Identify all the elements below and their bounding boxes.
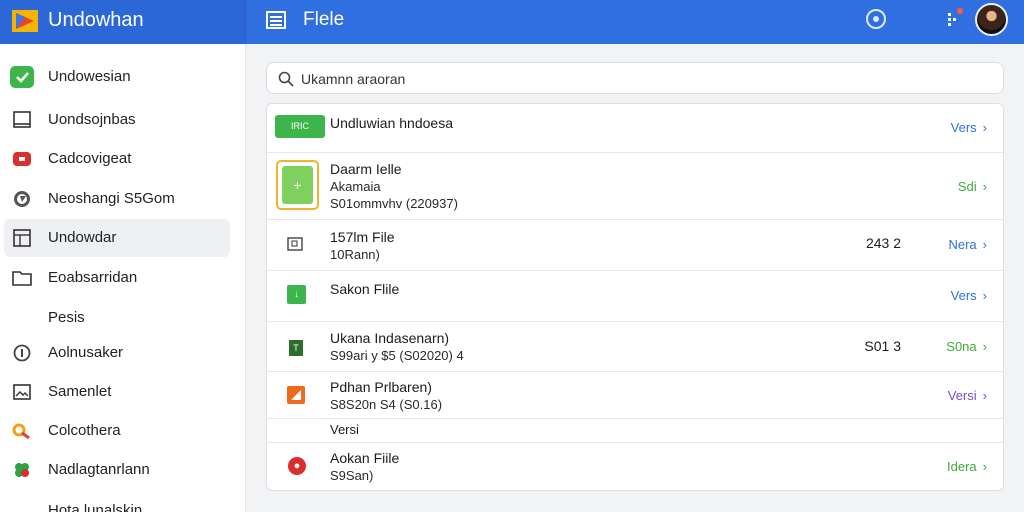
file-list: IRIC Undluwian hndoesa Vers › + Daarm Iel… bbox=[266, 103, 1004, 491]
settings-icon[interactable] bbox=[866, 9, 886, 29]
file-meta: S01ommvhv (220937) bbox=[330, 196, 458, 211]
row-action-link[interactable]: Vers › bbox=[951, 288, 987, 303]
sidebar-item-pesis[interactable]: Pesis bbox=[0, 299, 245, 337]
sidebar-item-label: Uondsojnbas bbox=[48, 111, 136, 128]
folder-icon bbox=[12, 271, 32, 286]
avatar[interactable] bbox=[975, 3, 1008, 36]
red-app-icon bbox=[13, 152, 31, 166]
row-action-link[interactable]: Sdi › bbox=[958, 179, 987, 194]
sidebar-item-label: Samenlet bbox=[48, 383, 112, 400]
sidebar-item-label: Undowdar bbox=[48, 229, 117, 246]
chevron-right-icon: › bbox=[982, 179, 987, 194]
app-title: Undowhan bbox=[48, 9, 144, 31]
sidebar-item-label: Cadcovigeat bbox=[48, 150, 132, 167]
file-title: 157lm File bbox=[330, 229, 395, 245]
sidebar-item-hota[interactable]: Hota lunalskin bbox=[0, 492, 245, 512]
sidebar-item-label: Pesis bbox=[48, 309, 85, 326]
clover-icon bbox=[15, 463, 29, 477]
row-action-link[interactable]: Versi › bbox=[948, 388, 987, 403]
sidebar-item-undowesian[interactable]: Undowesian bbox=[0, 58, 245, 96]
orange-file-icon bbox=[287, 386, 305, 404]
page-title: Flele bbox=[303, 9, 345, 30]
red-file-icon: ● bbox=[288, 457, 306, 475]
row-action-link[interactable]: Idera › bbox=[947, 459, 987, 474]
file-title: Sakon Flile bbox=[330, 281, 400, 297]
file-size: 243 2 bbox=[865, 235, 901, 251]
list-item[interactable]: IRIC Undluwian hndoesa Vers › bbox=[267, 104, 1003, 153]
sidebar-item-label: Undowesian bbox=[48, 68, 131, 85]
chevron-right-icon: › bbox=[982, 237, 987, 252]
sheet-icon: T bbox=[289, 340, 303, 356]
menu-icon[interactable] bbox=[266, 10, 286, 30]
notification-badge bbox=[957, 8, 963, 14]
sidebar: Undowesian Uondsojnbas Cadcovigeat Neosh… bbox=[0, 44, 246, 512]
sidebar-item-label: Neoshangi S5Gom bbox=[48, 190, 175, 207]
sidebar-item-undowdar[interactable]: Undowdar bbox=[4, 219, 230, 257]
file-subtitle: S99ari y $5 (S02020) 4 bbox=[330, 348, 464, 363]
plus-icon: + bbox=[282, 166, 313, 204]
key-icon bbox=[12, 423, 30, 440]
sidebar-item-colcothera[interactable]: Colcothera bbox=[0, 412, 245, 450]
sidebar-item-label: Eoabsarridan bbox=[48, 269, 138, 286]
file-subtitle: S9San) bbox=[330, 468, 374, 483]
list-item[interactable]: 157lm File 10Rann) 243 2 Nera › bbox=[267, 220, 1003, 271]
app-logo-icon bbox=[12, 10, 38, 32]
file-badge: IRIC bbox=[275, 115, 325, 138]
table-icon bbox=[13, 229, 31, 247]
check-square-icon bbox=[10, 66, 34, 88]
square-outline-icon bbox=[13, 111, 31, 128]
list-item[interactable]: T Ukana Indasenarn) S99ari y $5 (S02020)… bbox=[267, 322, 1003, 372]
sidebar-item-samenlet[interactable]: Samenlet bbox=[0, 373, 245, 411]
search-icon bbox=[278, 71, 294, 87]
row-action-link[interactable]: Vers › bbox=[951, 120, 987, 135]
sidebar-item-label: Colcothera bbox=[48, 422, 121, 439]
sidebar-item-label: Hota lunalskin bbox=[48, 502, 143, 512]
sidebar-item-eoabsarridan[interactable]: Eoabsarridan bbox=[0, 259, 245, 297]
list-item[interactable]: + Daarm Ielle Akamaia S01ommvhv (220937)… bbox=[267, 153, 1003, 220]
sidebar-item-label: Aolnusaker bbox=[48, 344, 124, 361]
list-item[interactable]: ↓ Sakon Flile Vers › bbox=[267, 271, 1003, 322]
green-file-icon: ↓ bbox=[287, 285, 306, 304]
sidebar-item-neoshangi[interactable]: Neoshangi S5Gom bbox=[0, 180, 245, 218]
chevron-right-icon: › bbox=[982, 459, 987, 474]
file-title: Versi bbox=[330, 422, 359, 437]
file-subtitle: S8S20n S4 (S0.16) bbox=[330, 397, 443, 412]
file-title: Ukana Indasenarn) bbox=[330, 330, 450, 346]
list-item[interactable]: Versi bbox=[267, 419, 1003, 443]
file-subtitle: 10Rann) bbox=[330, 247, 380, 262]
file-title: Undluwian hndoesa bbox=[330, 115, 453, 131]
compass-icon bbox=[14, 191, 30, 207]
list-item[interactable]: Pdhan Prlbaren) S8S20n S4 (S0.16) Versi › bbox=[267, 372, 1003, 419]
row-action-link[interactable]: S0na › bbox=[946, 339, 987, 354]
search-bar[interactable] bbox=[266, 62, 1004, 94]
sidebar-item-aolnusaker[interactable]: Aolnusaker bbox=[0, 334, 245, 372]
file-thumbnail: + bbox=[276, 160, 319, 210]
image-icon bbox=[13, 384, 31, 400]
file-title: Aokan Fiile bbox=[330, 450, 400, 466]
file-title: Pdhan Prlbaren) bbox=[330, 379, 432, 395]
chevron-right-icon: › bbox=[982, 388, 987, 403]
file-title: Daarm Ielle bbox=[330, 161, 402, 177]
file-subtitle: Akamaia bbox=[330, 179, 381, 194]
search-input[interactable] bbox=[301, 68, 991, 90]
sidebar-item-nadlagtanrlann[interactable]: Nadlagtanrlann bbox=[0, 451, 245, 489]
brand[interactable]: Undowhan bbox=[0, 0, 246, 44]
sidebar-item-cadcovigeat[interactable]: Cadcovigeat bbox=[0, 140, 245, 178]
file-icon bbox=[287, 237, 303, 251]
sidebar-item-label: Nadlagtanrlann bbox=[48, 461, 150, 478]
list-item[interactable]: ● Aokan Fiile S9San) Idera › bbox=[267, 443, 1003, 490]
app-header: Undowhan Flele bbox=[0, 0, 1024, 44]
file-size: S01 3 bbox=[864, 338, 901, 354]
sidebar-item-uondsojnbas[interactable]: Uondsojnbas bbox=[0, 101, 245, 139]
chevron-right-icon: › bbox=[982, 288, 987, 303]
chevron-right-icon: › bbox=[982, 120, 987, 135]
info-icon bbox=[13, 344, 31, 362]
chevron-right-icon: › bbox=[982, 339, 987, 354]
row-action-link[interactable]: Nera › bbox=[948, 237, 987, 252]
